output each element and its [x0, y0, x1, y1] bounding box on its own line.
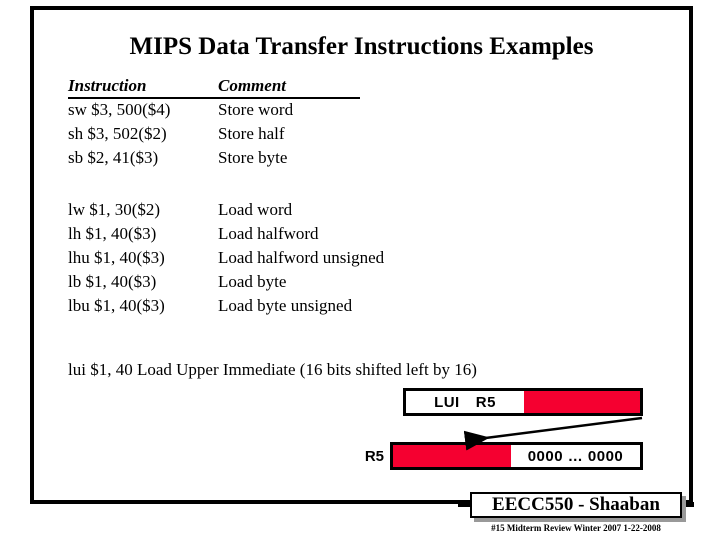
table-group-separator — [68, 170, 488, 198]
column-header-comment: Comment — [218, 76, 287, 95]
cell-comment: Load byte unsigned — [218, 296, 353, 315]
cell-instruction: lb $1, 40($3) — [68, 272, 157, 291]
table-row: lbu $1, 40($3) Load byte unsigned — [68, 294, 488, 318]
footer: EECC550 - Shaaban — [458, 492, 694, 518]
page-title: MIPS Data Transfer Instructions Examples — [129, 33, 594, 60]
table-row: sb $2, 41($3) Store byte — [68, 146, 488, 170]
cell-comment: Store byte — [218, 148, 288, 167]
cell-comment: Store half — [218, 124, 285, 143]
table-row: sw $3, 500($4) Store word — [68, 98, 488, 122]
cell-instruction: lw $1, 30($2) — [68, 200, 161, 219]
table-header-row: Instruction Comment — [68, 76, 488, 99]
table-row: lh $1, 40($3) Load halfword — [68, 222, 488, 246]
cell-comment: Load halfword unsigned — [218, 248, 385, 267]
cell-comment: Load byte — [218, 272, 287, 291]
cell-instruction: sh $3, 502($2) — [68, 124, 167, 143]
lui-description: lui $1, 40 Load Upper Immediate (16 bits… — [68, 360, 477, 379]
cell-comment: Load halfword — [218, 224, 319, 243]
footer-subtitle: #15 Midterm Review Winter 2007 1-22-2008 — [491, 523, 661, 533]
table-row: lb $1, 40($3) Load byte — [68, 270, 488, 294]
slide-canvas: MIPS Data Transfer Instructions Examples… — [0, 0, 720, 540]
lui-shift-diagram: LUI R5 R5 0000 … 0000 — [350, 388, 650, 478]
course-badge: EECC550 - Shaaban — [470, 492, 682, 518]
cell-instruction: lbu $1, 40($3) — [68, 296, 165, 315]
shift-left-arrow-icon — [463, 416, 643, 451]
instruction-table: Instruction Comment sw $3, 500($4) Store… — [68, 76, 488, 318]
cell-instruction: sw $3, 500($4) — [68, 100, 171, 119]
table-row: lhu $1, 40($3) Load halfword unsigned — [68, 246, 488, 270]
cell-instruction: sb $2, 41($3) — [68, 148, 159, 167]
cell-comment: Load word — [218, 200, 293, 219]
cell-instruction: lhu $1, 40($3) — [68, 248, 165, 267]
cell-instruction: lh $1, 40($3) — [68, 224, 157, 243]
cell-comment: Store word — [218, 100, 294, 119]
table-row: lw $1, 30($2) Load word — [68, 198, 488, 222]
column-header-instruction: Instruction — [68, 76, 147, 95]
table-row: sh $3, 502($2) Store half — [68, 122, 488, 146]
